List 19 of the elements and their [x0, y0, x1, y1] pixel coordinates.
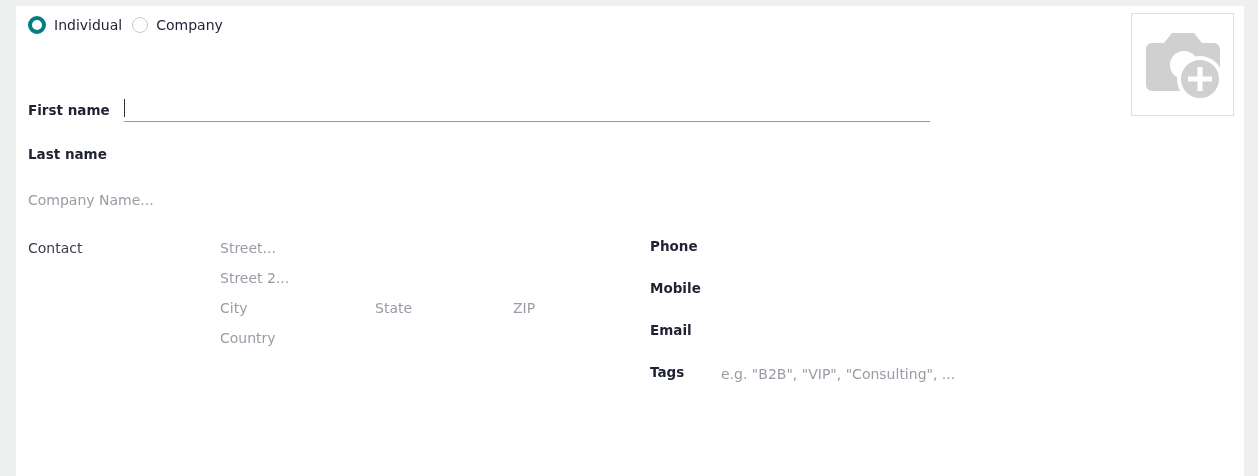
input-field[interactable]: State	[375, 298, 513, 318]
input-field[interactable]: e.g. "B2B", "VIP", "Consulting", ...	[721, 364, 981, 384]
field-label: First name	[28, 102, 111, 120]
field-label: Mobile	[650, 280, 702, 298]
input-field[interactable]: Country	[220, 328, 520, 348]
radio-option[interactable]: Company	[132, 17, 223, 33]
input-field[interactable]: City	[220, 298, 375, 318]
input-field[interactable]: Company Name...	[28, 190, 228, 210]
field-label: Tags	[650, 364, 686, 382]
input-field[interactable]: ZIP	[513, 298, 603, 318]
radio-option[interactable]: Individual	[28, 16, 123, 34]
field-label: Last name	[28, 146, 108, 164]
input-field[interactable]: Street...	[220, 238, 520, 258]
input-field[interactable]: Street 2...	[220, 268, 520, 288]
photo-upload[interactable]	[1131, 13, 1234, 116]
field-label: Phone	[650, 238, 699, 256]
field-label: Email	[650, 322, 693, 340]
field-label: Contact	[28, 239, 84, 258]
radio-icon[interactable]	[28, 16, 46, 34]
